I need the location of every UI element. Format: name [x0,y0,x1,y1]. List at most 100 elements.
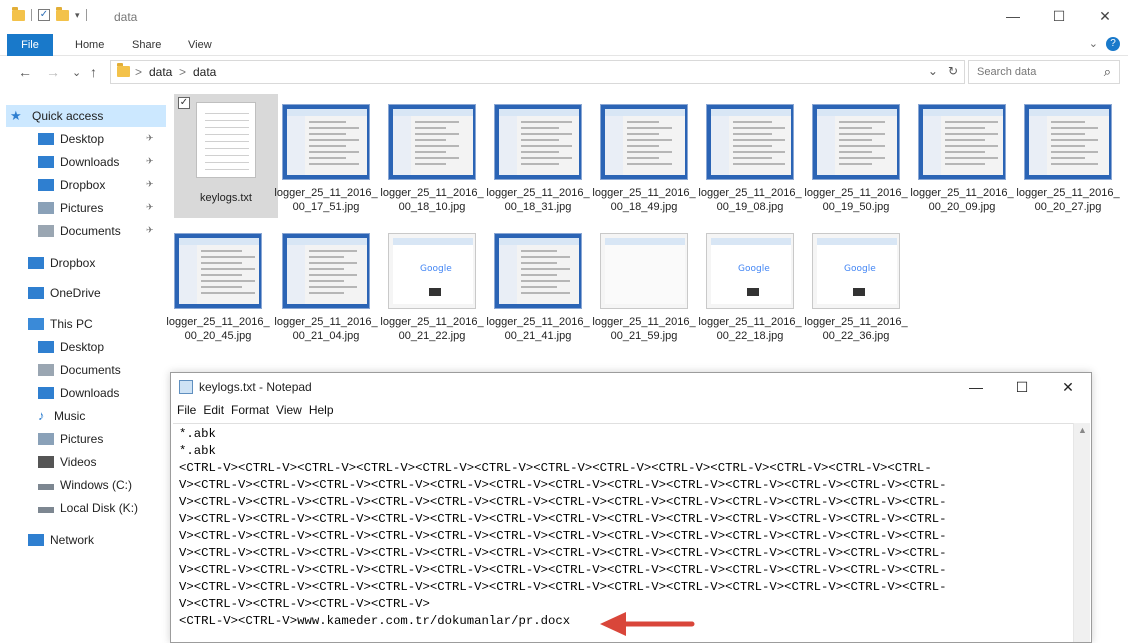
address-row: ← → ⌄ ↑ > data > data ⌄ ↻ Search data ⌕ [0,58,1128,86]
tab-share[interactable]: Share [132,34,161,56]
nav-item-label: Dropbox [60,178,106,192]
nav-item[interactable]: Windows (C:) [38,474,160,496]
pin-icon[interactable]: ✈ [146,225,154,236]
nav-item[interactable]: Documents [38,220,160,242]
nav-item[interactable]: ★ Quick access [6,105,166,127]
nav-item[interactable]: Local Disk (K:) [38,497,160,519]
menu-view[interactable]: View [276,401,309,421]
file-tile[interactable]: logger_25_11_2016_00_17_51.jpg [274,104,378,228]
menu-format[interactable]: Format [231,401,276,421]
videos-icon [38,456,54,468]
breadcrumb-separator: > [179,65,187,79]
image-thumbnail [494,104,582,180]
search-icon[interactable]: ⌕ [1104,64,1111,80]
dropbox-icon [28,257,44,269]
image-thumbnail: Google [706,233,794,309]
pin-icon[interactable]: ✈ [146,156,154,167]
image-thumbnail [1024,104,1112,180]
nav-item-label: OneDrive [50,286,101,300]
folder-icon[interactable] [12,6,25,21]
properties-icon[interactable]: ✓ [38,9,50,21]
file-tile[interactable]: ✓ keylogs.txt [174,94,278,218]
scroll-up-icon[interactable]: ▲ [1078,425,1087,435]
file-name: logger_25_11_2016_00_21_04.jpg [274,316,378,342]
breadcrumb-item[interactable]: data [149,65,172,79]
nav-item[interactable]: Videos [38,451,160,473]
file-tile[interactable]: Google logger_25_11_2016_00_22_36.jpg [804,233,908,357]
image-thumbnail: Google [812,233,900,309]
address-dropdown-icon[interactable]: ⌄ [928,64,938,78]
up-arrow-icon[interactable]: ↑ [90,64,97,80]
nav-item-label: Dropbox [50,256,96,270]
nav-item[interactable]: Dropbox [28,252,160,274]
menu-file[interactable]: File [177,401,203,421]
file-tile[interactable]: Google logger_25_11_2016_00_22_18.jpg [698,233,802,357]
pin-icon[interactable]: ✈ [146,202,154,213]
nav-item[interactable]: OneDrive [28,282,160,304]
file-tile[interactable]: logger_25_11_2016_00_18_31.jpg [486,104,590,228]
recent-locations-icon[interactable]: ⌄ [72,66,81,79]
nav-item[interactable]: Desktop [38,128,160,150]
menu-help[interactable]: Help [309,401,341,421]
file-tile[interactable]: logger_25_11_2016_00_20_27.jpg [1016,104,1120,228]
text-line: V><CTRL-V><CTRL-V><CTRL-V><CTRL-V><CTRL-… [179,563,947,577]
text-line: <CTRL-V><CTRL-V><CTRL-V><CTRL-V><CTRL-V>… [179,461,932,475]
refresh-icon[interactable]: ↻ [948,64,958,78]
google-logo: Google [738,264,770,274]
maximize-button[interactable]: ☐ [1036,0,1082,32]
tab-home[interactable]: Home [75,34,104,56]
back-arrow-icon[interactable]: ← [18,64,32,80]
nav-item[interactable]: Pictures [38,197,160,219]
address-bar[interactable]: > data > data ⌄ ↻ [110,60,965,84]
checkbox-icon[interactable]: ✓ [178,97,190,109]
nav-item[interactable]: Documents [38,359,160,381]
file-name: logger_25_11_2016_00_18_31.jpg [486,187,590,213]
nav-item[interactable]: Network [28,529,160,551]
nav-item[interactable]: This PC [28,313,160,335]
menu-edit[interactable]: Edit [203,401,231,421]
file-name: logger_25_11_2016_00_20_45.jpg [166,316,270,342]
file-tile[interactable]: Google logger_25_11_2016_00_21_22.jpg [380,233,484,357]
notepad-window-controls: — ☐ ✕ [953,373,1091,401]
minimize-button[interactable]: — [990,0,1036,32]
pin-icon[interactable]: ✈ [146,179,154,190]
close-button[interactable]: ✕ [1045,373,1091,401]
minimize-button[interactable]: — [953,373,999,401]
tab-file[interactable]: File [7,34,53,56]
nav-item[interactable]: Dropbox [38,174,160,196]
file-tile[interactable]: logger_25_11_2016_00_21_59.jpg [592,233,696,357]
file-tile[interactable]: logger_25_11_2016_00_20_45.jpg [166,233,270,357]
forward-arrow-icon[interactable]: → [46,64,60,80]
close-button[interactable]: ✕ [1082,0,1128,32]
text-line [205,127,249,128]
breadcrumb-item[interactable]: data [193,65,216,79]
vertical-scrollbar[interactable]: ▲ [1073,423,1090,642]
nav-item[interactable]: Downloads [38,151,160,173]
file-tile[interactable]: logger_25_11_2016_00_18_49.jpg [592,104,696,228]
help-icon[interactable]: ? [1106,37,1120,51]
file-tile[interactable]: logger_25_11_2016_00_19_50.jpg [804,104,908,228]
new-folder-icon[interactable] [56,6,69,21]
nav-item[interactable]: Desktop [38,336,160,358]
tab-view[interactable]: View [188,34,212,56]
maximize-button[interactable]: ☐ [999,373,1045,401]
file-name: logger_25_11_2016_00_20_09.jpg [910,187,1014,213]
file-tile[interactable]: logger_25_11_2016_00_21_41.jpg [486,233,590,357]
file-tile[interactable]: logger_25_11_2016_00_20_09.jpg [910,104,1014,228]
file-tile[interactable]: logger_25_11_2016_00_18_10.jpg [380,104,484,228]
nav-item[interactable]: Downloads [38,382,160,404]
nav-item[interactable]: ♪ Music [38,405,160,427]
file-tile[interactable]: logger_25_11_2016_00_19_08.jpg [698,104,802,228]
file-tile[interactable]: logger_25_11_2016_00_21_04.jpg [274,233,378,357]
search-placeholder: Search data [977,66,1037,78]
search-input[interactable]: Search data ⌕ [968,60,1120,84]
pictures-icon [38,433,54,445]
image-thumbnail: Google [388,233,476,309]
screenshot-preview: Google [393,238,473,304]
nav-item[interactable]: Pictures [38,428,160,450]
screenshot-preview [393,109,473,175]
divider [85,9,87,21]
customize-toolbar-icon[interactable]: ▾ [75,10,80,21]
pin-icon[interactable]: ✈ [146,133,154,144]
expand-ribbon-icon[interactable]: ⌄ [1089,37,1098,51]
